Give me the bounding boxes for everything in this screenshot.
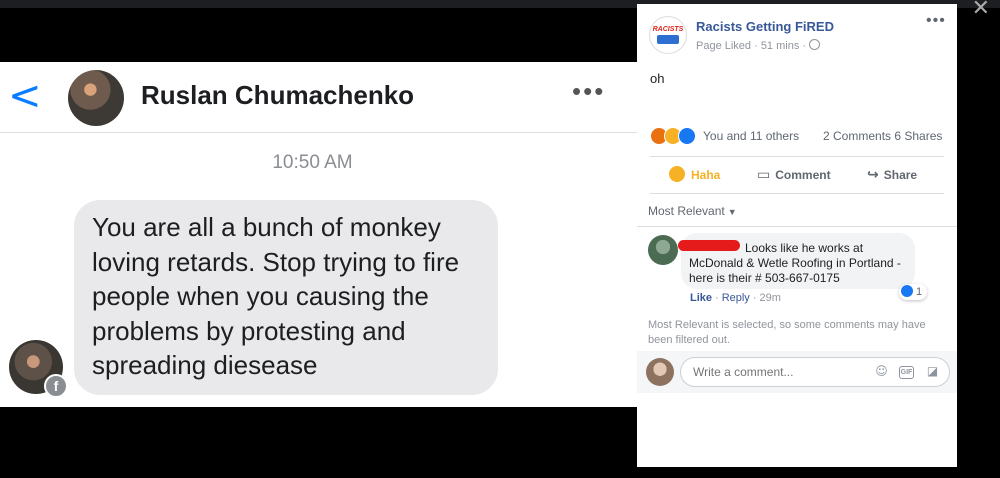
post-panel: RACISTS Racists Getting FiRED Page Liked… [637,4,957,467]
close-icon[interactable]: ✕ [972,0,990,21]
contact-avatar [68,70,124,126]
sticker-icon[interactable]: ◪ [925,364,940,379]
message-screenshot: < Ruslan Chumachenko ••• 10:50 AM You ar… [0,62,637,407]
globe-icon [809,39,821,50]
reactions-summary[interactable]: You and 11 others [703,129,799,143]
commenter-avatar[interactable] [648,235,678,265]
comment-icon: ▭ [757,167,771,183]
current-user-avatar [646,358,674,386]
haha-label: Haha [691,168,721,182]
separator-dot: · [752,292,757,304]
conversation-header: < Ruslan Chumachenko ••• [0,62,637,133]
post-actions-bar: Haha ▭ Comment ↪ Share [650,156,944,194]
comment-actions: Like · Reply · 29m [690,292,781,304]
chevron-down-icon: ▼ [727,207,737,217]
comment-sort-dropdown[interactable]: Most Relevant ▼ [648,204,737,218]
more-options-icon: ••• [572,76,606,106]
message-bubble: You are all a bunch of monkey loving ret… [74,200,498,395]
facebook-icon: f [44,374,68,398]
comment-label: Comment [775,168,831,182]
back-arrow-icon: < [8,73,42,119]
page-logo-text: RACISTS [652,26,684,33]
share-button[interactable]: ↪ Share [867,157,917,193]
comment-reply-link[interactable]: Reply [722,292,750,304]
page-name-link[interactable]: Racists Getting FiRED [696,19,834,34]
gif-icon[interactable]: GIF [899,366,914,379]
comment-button[interactable]: ▭ Comment [757,157,831,193]
comment-composer[interactable]: ☺ GIF ◪ [680,357,950,387]
comment-like-count[interactable]: 1 [899,284,928,300]
redacted-commenter-name [678,240,740,251]
haha-icon [669,166,685,182]
like-reaction-icon [678,127,696,145]
page-logo-banner [657,35,679,44]
divider [637,226,957,227]
post-text: oh [650,71,665,86]
comment-sort-label: Most Relevant [648,204,725,218]
haha-button[interactable]: Haha [669,157,720,193]
comment-like-number: 1 [916,286,923,298]
share-icon: ↪ [867,167,879,183]
like-reaction-icon [901,285,913,297]
comments-shares-count[interactable]: 2 Comments 6 Shares [823,129,942,143]
contact-name: Ruslan Chumachenko [141,80,415,110]
page-logo[interactable]: RACISTS [649,16,687,54]
emoji-icon[interactable]: ☺ [874,364,889,379]
share-label: Share [883,168,918,182]
comment-input[interactable] [691,364,865,380]
post-meta: Page Liked · 51 mins · [696,39,821,52]
comment-time[interactable]: 29m [759,292,780,304]
filter-note: Most Relevant is selected, so some comme… [648,319,926,346]
message-timestamp: 10:50 AM [272,152,353,173]
separator-dot: · [715,292,719,304]
post-options-icon[interactable]: ••• [926,12,946,30]
comment-like-link[interactable]: Like [690,292,712,304]
post-meta-text: Page Liked · 51 mins · [696,40,810,52]
